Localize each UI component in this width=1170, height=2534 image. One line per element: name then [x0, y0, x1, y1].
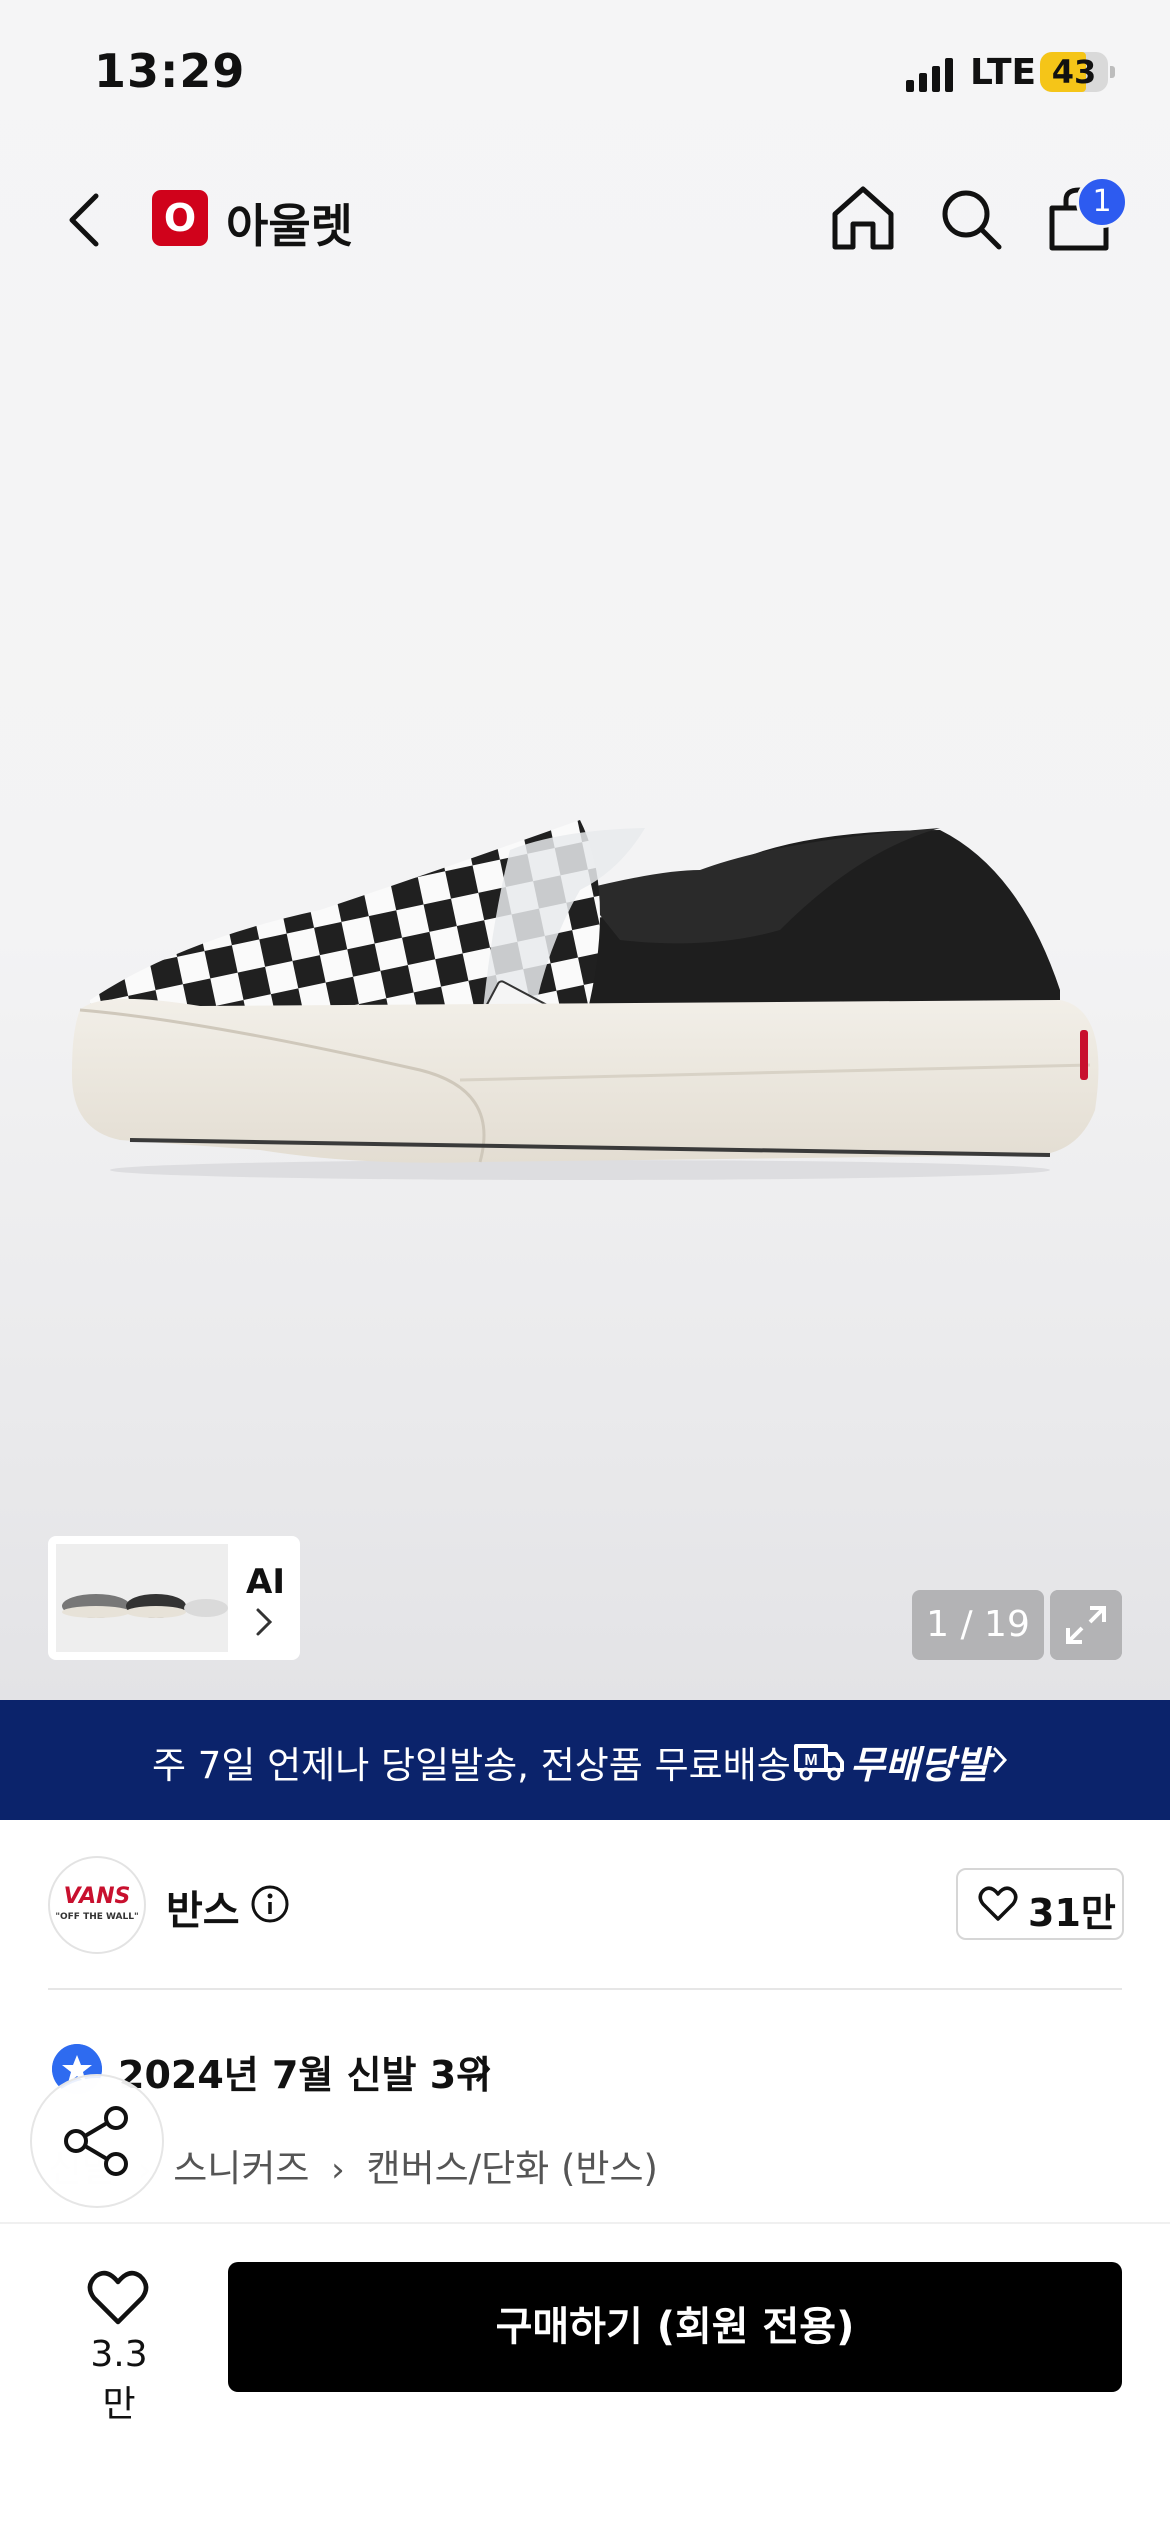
battery-icon: 43 — [1040, 52, 1115, 92]
banner-brand: 무배당발 — [850, 1743, 990, 1787]
chevron-right-icon — [993, 1747, 1008, 1773]
chevron-right-icon: › — [331, 2150, 345, 2190]
network-label: LTE — [970, 52, 1037, 93]
brand-like-button[interactable]: 31만 — [956, 1868, 1124, 1940]
truck-icon: M — [794, 1744, 844, 1781]
divider — [48, 1988, 1122, 1990]
banner-text: 주 7일 언제나 당일발송, 전상품 무료배송 — [152, 1744, 791, 1787]
brand-logo[interactable]: VANS "OFF THE WALL" — [48, 1856, 146, 1954]
brand-name[interactable]: 반스 — [166, 1878, 240, 1936]
back-button[interactable] — [60, 188, 110, 252]
breadcrumb-item[interactable]: 캔버스/단화 (반스) — [367, 2147, 658, 2190]
chevron-right-icon — [256, 1608, 273, 1636]
brand-like-count: 31만 — [1028, 1891, 1116, 1935]
battery-level: 43 — [1051, 53, 1097, 91]
signal-icon — [906, 58, 953, 92]
status-time: 13:29 — [94, 44, 246, 98]
search-icon[interactable] — [938, 186, 1004, 252]
brand-logo-text: VANS — [63, 1884, 131, 1909]
brand-logo-subtext: "OFF THE WALL" — [55, 1912, 139, 1922]
heart-icon[interactable] — [86, 2270, 150, 2326]
thumbnail-image — [56, 1544, 228, 1652]
app-name[interactable]: 아울렛 — [226, 190, 353, 256]
ranking-link[interactable]: 2024년 7월 신발 3위 — [118, 2044, 491, 2099]
cart-count-badge: 1 — [1076, 176, 1128, 228]
info-icon[interactable] — [250, 1884, 290, 1924]
home-icon[interactable] — [830, 184, 896, 252]
breadcrumb-item[interactable]: 스니커즈 — [173, 2147, 309, 2190]
heart-icon — [978, 1886, 1018, 1921]
svg-text:M: M — [804, 1752, 817, 1769]
share-button[interactable] — [30, 2074, 164, 2208]
product-image — [71, 820, 1099, 1180]
ai-label: AI — [246, 1562, 285, 1602]
image-counter: 1 / 19 — [912, 1590, 1044, 1660]
buy-button[interactable]: 구매하기 (회원 전용) — [228, 2262, 1122, 2392]
app-logo[interactable]: O — [152, 190, 208, 246]
expand-icon[interactable] — [1050, 1590, 1122, 1660]
wishlist-count: 3.3만 — [90, 2334, 148, 2425]
chevron-right-icon — [476, 2056, 491, 2082]
